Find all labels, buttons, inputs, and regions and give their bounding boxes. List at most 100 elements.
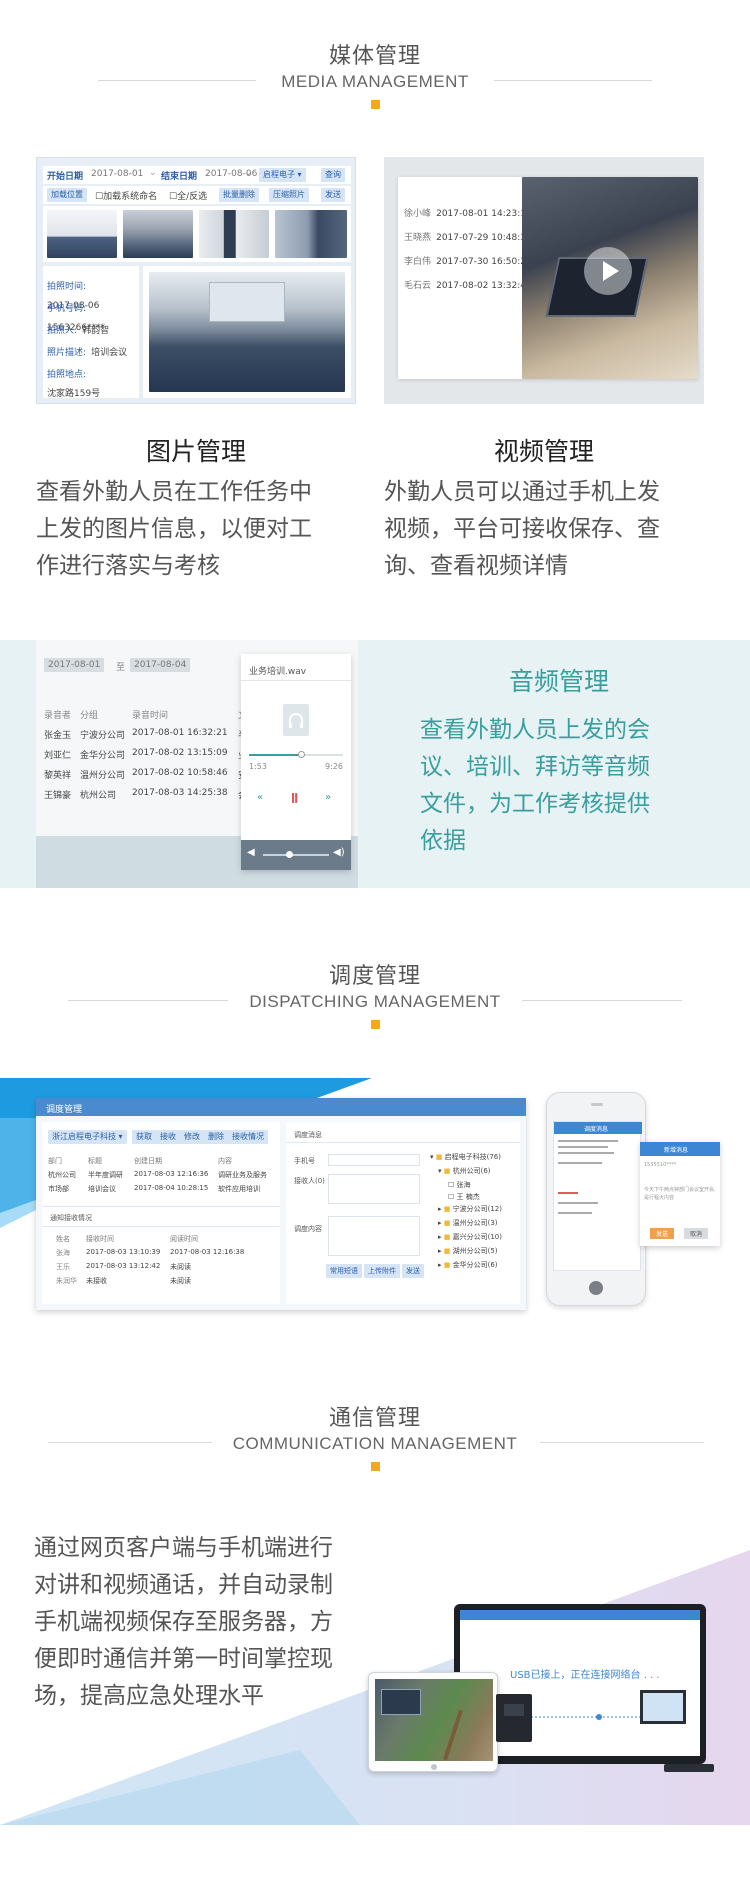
recipient-label: 接收人(0) bbox=[294, 1177, 325, 1185]
elapsed-time: 1:53 bbox=[249, 762, 267, 771]
common-phrase-button[interactable]: 常用短语 bbox=[326, 1264, 362, 1278]
accent-dot bbox=[370, 1020, 380, 1029]
preview-photo[interactable] bbox=[149, 272, 345, 392]
tree-node[interactable]: ☐ 张海 bbox=[430, 1180, 518, 1192]
video-row[interactable]: 毛石云 2017-08-02 13:32:49 bbox=[404, 273, 532, 292]
thumbnail-photo[interactable] bbox=[199, 210, 269, 258]
desc-line: 查看外勤人员在工作任务中 bbox=[36, 479, 312, 505]
tree-node[interactable]: ▸ ■ 嘉兴分公司(10) bbox=[430, 1232, 518, 1246]
query-button[interactable]: 查询 bbox=[321, 168, 345, 182]
rewind-icon[interactable]: « bbox=[257, 792, 263, 803]
date-from-input[interactable]: 2017-08-01 bbox=[44, 658, 105, 672]
video-uploader: 毛石云 bbox=[404, 281, 432, 291]
audio-group: 杭州公司 bbox=[80, 791, 117, 801]
folder-icon: ■ bbox=[443, 1233, 451, 1241]
company-select[interactable]: 启程电子 ▾ bbox=[259, 168, 306, 182]
select-all-checkbox[interactable]: ☐全/反选 bbox=[169, 189, 207, 202]
date-to-input[interactable]: 2017-08-04 bbox=[130, 658, 191, 672]
task-row[interactable]: 杭州公司 半年度调研 2017-08-03 12:16:36 调研业务及服务 bbox=[48, 1170, 276, 1181]
comm-title-en: COMMUNICATION MANAGEMENT bbox=[232, 1434, 518, 1453]
popup-cancel-button[interactable]: 取消 bbox=[684, 1228, 709, 1239]
receipt-row[interactable]: 朱润华 未接收 未阅读 bbox=[56, 1276, 266, 1287]
batch-delete-button[interactable]: 批量删除 bbox=[219, 188, 259, 202]
video-player[interactable] bbox=[522, 177, 698, 379]
load-name-checkbox[interactable]: ☐加载系统命名 bbox=[95, 189, 157, 202]
dispatch-send-button[interactable]: 发送 bbox=[402, 1264, 424, 1278]
accent-dot bbox=[370, 100, 380, 109]
receipt-time: 2017-08-03 13:12:42 bbox=[86, 1262, 161, 1270]
toolbar-receipt-button[interactable]: 接收情况 bbox=[228, 1130, 268, 1144]
desc-line: 议、培训、拜访等音频 bbox=[420, 754, 650, 780]
video-time: 2017-08-01 14:23:12 bbox=[436, 209, 532, 219]
tree-node[interactable]: ☐ 王 楠杰 bbox=[430, 1192, 518, 1204]
tree-node[interactable]: ▸ ■ 金华分公司(6) bbox=[430, 1260, 518, 1274]
video-call-screen[interactable] bbox=[375, 1679, 493, 1761]
photo-management-panel: 开始日期 2017-08-01 ⌄ 结束日期 2017-08-06 ⌄ 启程电子… bbox=[36, 157, 356, 404]
video-row[interactable]: 王晓燕 2017-07-29 10:48:33 bbox=[404, 225, 532, 244]
tree-node-root[interactable]: ▾ ■ 启程电子科技(76) bbox=[430, 1152, 518, 1166]
desc-line: 作进行落实与考核 bbox=[36, 553, 220, 579]
thumbnail-photo[interactable] bbox=[47, 210, 117, 258]
audio-row[interactable]: 张金玉 宁波分公司 2017-08-01 16:32:21 半 bbox=[44, 728, 254, 742]
pause-icon[interactable]: ǁ bbox=[291, 791, 298, 804]
video-uploader: 李白伟 bbox=[404, 257, 432, 267]
tree-node[interactable]: ▾ ■ 杭州公司(6) bbox=[430, 1166, 518, 1180]
toolbar-get-button[interactable]: 获取 bbox=[132, 1130, 156, 1144]
tree-node[interactable]: ▸ ■ 湖州分公司(5) bbox=[430, 1246, 518, 1260]
desc-line: 依据 bbox=[420, 828, 466, 854]
volume-handle[interactable] bbox=[286, 851, 294, 858]
home-button[interactable] bbox=[589, 1281, 603, 1295]
accent-dot bbox=[370, 1462, 380, 1471]
send-button[interactable]: 发送 bbox=[321, 188, 345, 202]
receipt-row[interactable]: 王乐 2017-08-03 13:12:42 未阅读 bbox=[56, 1262, 266, 1273]
read-time: 未阅读 bbox=[170, 1277, 191, 1285]
thumbnail-photo[interactable] bbox=[123, 210, 193, 258]
audio-row[interactable]: 黎英祥 温州分公司 2017-08-02 10:58:46 安 bbox=[44, 768, 254, 782]
connection-indicator bbox=[596, 1714, 602, 1720]
tablet-home-button[interactable] bbox=[431, 1764, 437, 1770]
receipt-row[interactable]: 张海 2017-08-03 13:10:39 2017-08-03 12:16:… bbox=[56, 1248, 266, 1259]
progress-track[interactable] bbox=[249, 751, 343, 758]
audio-row[interactable]: 刘亚仁 金华分公司 2017-08-02 13:15:09 业 bbox=[44, 748, 254, 762]
volume-low-icon[interactable]: ◀ bbox=[247, 847, 255, 858]
load-location-button[interactable]: 加载位置 bbox=[47, 188, 87, 202]
audio-management-label: 音频管理 bbox=[508, 667, 609, 696]
play-button[interactable] bbox=[584, 247, 632, 295]
progress-handle[interactable] bbox=[297, 751, 305, 758]
read-time: 未阅读 bbox=[170, 1263, 191, 1271]
toolbar-delete-button[interactable]: 删除 bbox=[204, 1130, 228, 1144]
fast-forward-icon[interactable]: » bbox=[325, 792, 331, 803]
media-section-title: 媒体管理 MEDIA MANAGEMENT bbox=[0, 38, 750, 109]
volume-high-icon[interactable]: ◀) bbox=[333, 847, 345, 858]
upload-attachment-button[interactable]: 上传附件 bbox=[364, 1264, 400, 1278]
video-row[interactable]: 徐小峰 2017-08-01 14:23:12 bbox=[404, 201, 532, 220]
chevron-down-icon[interactable]: ⌄ bbox=[245, 168, 253, 178]
thumbnail-photo[interactable] bbox=[275, 210, 347, 258]
compress-photo-button[interactable]: 压缩照片 bbox=[269, 188, 309, 202]
phone-input[interactable] bbox=[328, 1154, 420, 1166]
divider-line bbox=[494, 80, 652, 81]
toolbar-edit-button[interactable]: 修改 bbox=[180, 1130, 204, 1144]
content-textarea[interactable] bbox=[328, 1216, 420, 1256]
audio-row[interactable]: 王锦豪 杭州公司 2017-08-03 14:25:38 会 bbox=[44, 788, 254, 802]
recipient-input[interactable] bbox=[328, 1174, 420, 1204]
tree-node[interactable]: ▸ ■ 温州分公司(3) bbox=[430, 1218, 518, 1232]
phone-screen-title: 调度消息 bbox=[584, 1126, 609, 1133]
video-row[interactable]: 李白伟 2017-07-30 16:50:26 bbox=[404, 249, 532, 268]
tree-node-label: 温州分公司(3) bbox=[452, 1219, 498, 1227]
comm-description: 通过网页客户端与手机端进行 对讲和视频通话，并自动录制 手机端视频保存至服务器，… bbox=[34, 1530, 394, 1715]
window-title: 调度管理 bbox=[46, 1105, 83, 1115]
tree-node[interactable]: ▸ ■ 宁波分公司(12) bbox=[430, 1204, 518, 1218]
audio-time: 2017-08-02 10:58:46 bbox=[132, 768, 228, 778]
read-time: 2017-08-03 12:16:38 bbox=[170, 1248, 245, 1256]
task-row[interactable]: 市场部 培训会议 2017-08-04 10:28:15 软件应用培训 bbox=[48, 1184, 276, 1195]
text-line bbox=[558, 1212, 592, 1214]
audio-time: 2017-08-03 14:25:38 bbox=[132, 788, 228, 798]
divider-line bbox=[48, 1442, 212, 1443]
chevron-down-icon[interactable]: ⌄ bbox=[149, 168, 157, 178]
company-select[interactable]: 浙江启程电子科技 ▾ bbox=[48, 1130, 127, 1144]
audio-description: 查看外勤人员上发的会 议、培训、拜访等音频 文件，为工作考核提供 依据 bbox=[420, 712, 710, 860]
popup-send-button[interactable]: 发送 bbox=[650, 1228, 675, 1239]
toolbar-receive-button[interactable]: 接收 bbox=[156, 1130, 180, 1144]
volume-track[interactable] bbox=[263, 851, 329, 858]
